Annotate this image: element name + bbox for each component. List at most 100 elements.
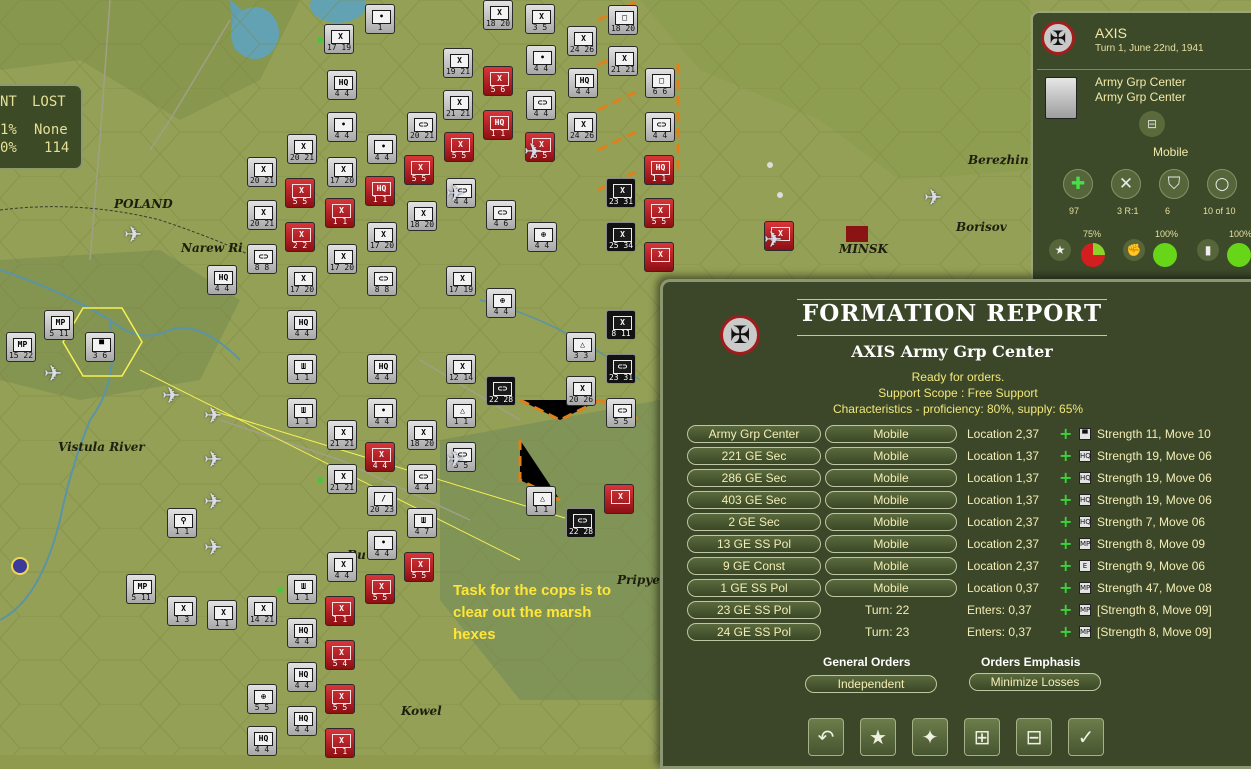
plus-icon[interactable]: ✚ [1063,169,1093,199]
unit-counter[interactable]: X [604,484,634,514]
air-unit-icon[interactable]: ✈ [204,536,222,561]
add-icon[interactable]: + [1059,513,1072,531]
unit-counter[interactable]: X 17 20 [327,244,357,274]
unit-name-button[interactable]: 24 GE SS Pol [687,623,821,641]
unit-counter[interactable]: X5 5 [444,132,474,162]
star-arrow-button[interactable]: ✦ [912,718,948,756]
unit-counter[interactable]: Ш1 1 [287,354,317,384]
unit-counter[interactable]: X 17 20 [367,222,397,252]
unit-counter[interactable]: HQ 4 4 [367,354,397,384]
unit-counter[interactable]: X2 2 [285,222,315,252]
formation-unit-row[interactable]: 1 GE SS Pol Mobile Location 0,37 + MP Strengt… [687,579,1247,598]
unit-counter[interactable]: X 14 21 [247,596,277,626]
unit-counter[interactable]: X8 11 [606,310,636,340]
unit-counter[interactable]: X4 4 [327,552,357,582]
unit-name-button[interactable]: 9 GE Const [687,557,821,575]
add-icon[interactable]: + [1059,623,1072,641]
orders-emphasis-select[interactable]: Minimize Losses [969,673,1101,691]
unit-counter[interactable]: X 17 19 [446,266,476,296]
hq-unit-icon[interactable] [1045,77,1077,119]
train-icon[interactable]: ⊟ [1139,111,1165,137]
unit-counter[interactable]: Ш1 1 [287,398,317,428]
unit-counter[interactable]: ⊂⊃ 4 4 [526,90,556,120]
formation-unit-row[interactable]: 23 GE SS Pol Turn: 22 Enters: 0,37 + MP [Stre… [687,601,1247,620]
unit-counter[interactable]: HQ 4 4 [247,726,277,756]
unit-name-button[interactable]: Army Grp Center [687,425,821,443]
air-unit-icon[interactable]: ✈ [204,490,222,515]
confirm-button[interactable]: ✓ [1068,718,1104,756]
unit-counter[interactable]: HQ 4 4 [287,618,317,648]
unit-counter[interactable]: • 4 4 [367,398,397,428]
unit-mode-button[interactable]: Mobile [825,447,957,465]
air-unit-icon[interactable]: ✈ [924,186,942,211]
unit-name-button[interactable]: 403 GE Sec [687,491,821,509]
unit-counter[interactable]: HQ 4 4 [287,706,317,736]
formation-unit-row[interactable]: 221 GE Sec Mobile Location 1,37 + HQ Strength… [687,447,1247,466]
unit-counter[interactable]: X 23 31 [606,178,636,208]
add-icon[interactable]: + [1059,469,1072,487]
unit-counter[interactable]: X5 5 [644,198,674,228]
unit-counter[interactable]: X 17 20 [287,266,317,296]
unit-counter[interactable]: ⊂⊃ 23 31 [606,354,636,384]
unit-counter[interactable]: X 21 21 [608,46,638,76]
unit-counter[interactable]: ⊂⊃ 4 4 [645,112,675,142]
formation-unit-row[interactable]: Army Grp Center Mobile Location 2,37 + ▀ Stre… [687,425,1247,444]
unit-counter[interactable]: ⊂⊃ 5 5 [606,398,636,428]
unit-mode-button[interactable]: Mobile [825,469,957,487]
unit-counter[interactable]: X 20 26 [566,376,596,406]
unit-mode-button[interactable]: Mobile [825,425,957,443]
unit-counter[interactable]: HQ 4 4 [327,70,357,100]
unit-counter[interactable]: ⊂⊃ 4 6 [486,200,516,230]
unit-counter[interactable]: △ 1 1 [526,486,556,516]
formation-report-window[interactable]: ✠ FORMATION REPORT AXIS Army Grp Center … [660,279,1251,769]
unit-counter[interactable]: X5 5 [325,684,355,714]
shield-icon[interactable]: ⛉ [1159,169,1189,199]
unit-counter[interactable]: • 4 4 [526,45,556,75]
formation-unit-row[interactable]: 9 GE Const Mobile Location 2,37 + E Strength … [687,557,1247,576]
unit-counter[interactable]: □ 18 20 [608,5,638,35]
unit-counter[interactable]: ⚲ 1 1 [167,508,197,538]
unit-counter[interactable]: X 12 14 [446,354,476,384]
unit-counter[interactable]: HQ 1 1 [483,110,513,140]
unit-counter[interactable]: X5 5 [285,178,315,208]
unit-counter[interactable]: X 20 21 [247,157,277,187]
add-icon[interactable]: + [1059,601,1072,619]
unit-counter[interactable]: ⊂⊃ 4 4 [407,464,437,494]
unit-counter[interactable]: X5 5 [404,552,434,582]
unit-counter[interactable]: ⊂⊃ 22 28 [486,376,516,406]
unit-counter[interactable]: X 21 21 [327,464,357,494]
unit-counter[interactable]: X 21 21 [327,420,357,450]
unit-counter[interactable]: X1 1 [207,600,237,630]
add-icon[interactable]: + [1059,557,1072,575]
air-unit-icon[interactable]: ✈ [524,140,542,165]
unit-name-button[interactable]: 13 GE SS Pol [687,535,821,553]
unit-counter[interactable]: X 19 21 [443,48,473,78]
unit-mode-button[interactable]: Mobile [825,579,957,597]
air-unit-icon[interactable]: ✈ [204,404,222,429]
unit-counter[interactable]: • 4 4 [367,530,397,560]
unit-counter[interactable]: MP 5 11 [126,574,156,604]
unit-counter[interactable]: • 4 4 [327,112,357,142]
unit-counter[interactable]: X 24 26 [567,112,597,142]
add-icon[interactable]: + [1059,491,1072,509]
add-icon[interactable]: + [1059,425,1072,443]
unit-counter[interactable]: X 20 21 [287,134,317,164]
unit-name-button[interactable]: 1 GE SS Pol [687,579,821,597]
unit-counter[interactable]: X 24 26 [567,26,597,56]
air-unit-icon[interactable]: ✈ [162,384,180,409]
unit-counter[interactable]: ⊂⊃ 20 21 [407,112,437,142]
unit-counter[interactable]: X 18 20 [483,0,513,30]
unit-name-button[interactable]: 286 GE Sec [687,469,821,487]
add-icon[interactable]: + [1059,579,1072,597]
general-orders-select[interactable]: Independent [805,675,937,693]
air-unit-icon[interactable]: ✈ [764,228,782,253]
unit-counter[interactable]: HQ 4 4 [287,662,317,692]
unit-counter[interactable]: △ 1 1 [446,398,476,428]
unit-counter[interactable]: ▀ 3 6 [85,332,115,362]
star-button[interactable]: ★ [860,718,896,756]
formation-unit-row[interactable]: 286 GE Sec Mobile Location 1,37 + HQ Strength… [687,469,1247,488]
unit-mode-button[interactable]: Mobile [825,557,957,575]
unit-counter[interactable]: ⊂⊃ 22 28 [566,508,596,538]
unit-counter[interactable]: X 25 34 [606,222,636,252]
unit-counter[interactable]: /20 23 [367,486,397,516]
